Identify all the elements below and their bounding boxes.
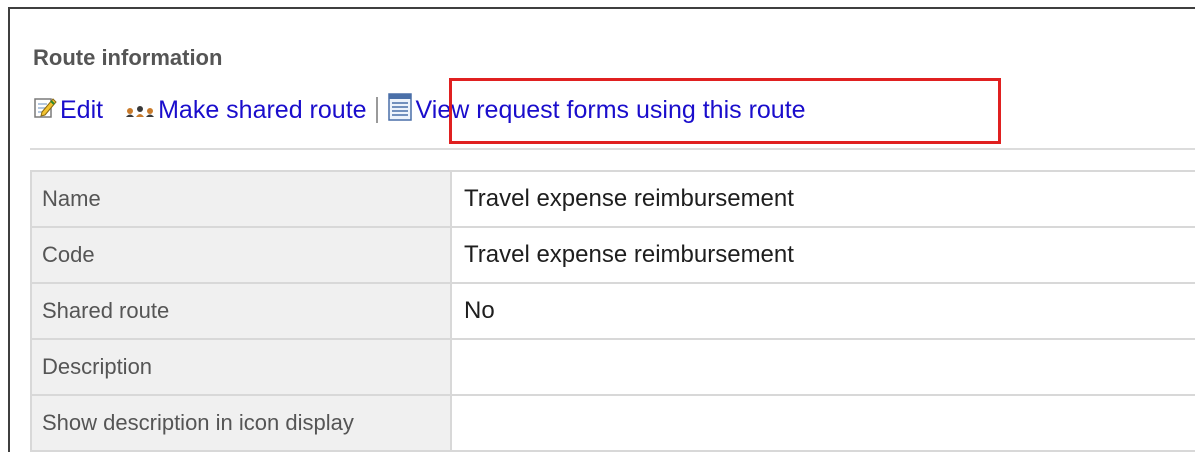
- make-shared-route-link[interactable]: Make shared route: [125, 95, 367, 125]
- row-label-shared-route: Shared route: [30, 282, 452, 340]
- row-value-show-description: [450, 394, 1195, 452]
- row-value-shared-route: No: [450, 282, 1195, 340]
- row-label-description: Description: [30, 338, 452, 396]
- form-list-icon: [387, 92, 413, 129]
- route-info-table: Name Travel expense reimbursement Code T…: [30, 170, 1195, 452]
- table-row: Shared route No: [30, 282, 1195, 340]
- row-value-code: Travel expense reimbursement: [450, 226, 1195, 284]
- section-title: Route information: [33, 45, 223, 70]
- row-value-description: [450, 338, 1195, 396]
- table-row: Name Travel expense reimbursement: [30, 170, 1195, 228]
- shared-route-icon: [125, 96, 155, 125]
- view-request-forms-link[interactable]: View request forms using this route: [387, 92, 806, 129]
- route-actions-bar: Edit Make shared route View request form…: [33, 88, 806, 132]
- row-label-name: Name: [30, 170, 452, 228]
- edit-label: Edit: [60, 95, 104, 124]
- view-request-forms-label: View request forms using this route: [415, 95, 806, 124]
- row-label-show-description: Show description in icon display: [30, 394, 452, 452]
- row-label-code: Code: [30, 226, 452, 284]
- row-value-name: Travel expense reimbursement: [450, 170, 1195, 228]
- make-shared-route-label: Make shared route: [158, 95, 367, 124]
- section-divider: [30, 148, 1195, 150]
- table-row: Code Travel expense reimbursement: [30, 226, 1195, 284]
- edit-link[interactable]: Edit: [33, 95, 103, 126]
- edit-icon: [33, 95, 57, 126]
- table-row: Show description in icon display: [30, 394, 1195, 452]
- action-separator: [375, 97, 378, 123]
- table-row: Description: [30, 338, 1195, 396]
